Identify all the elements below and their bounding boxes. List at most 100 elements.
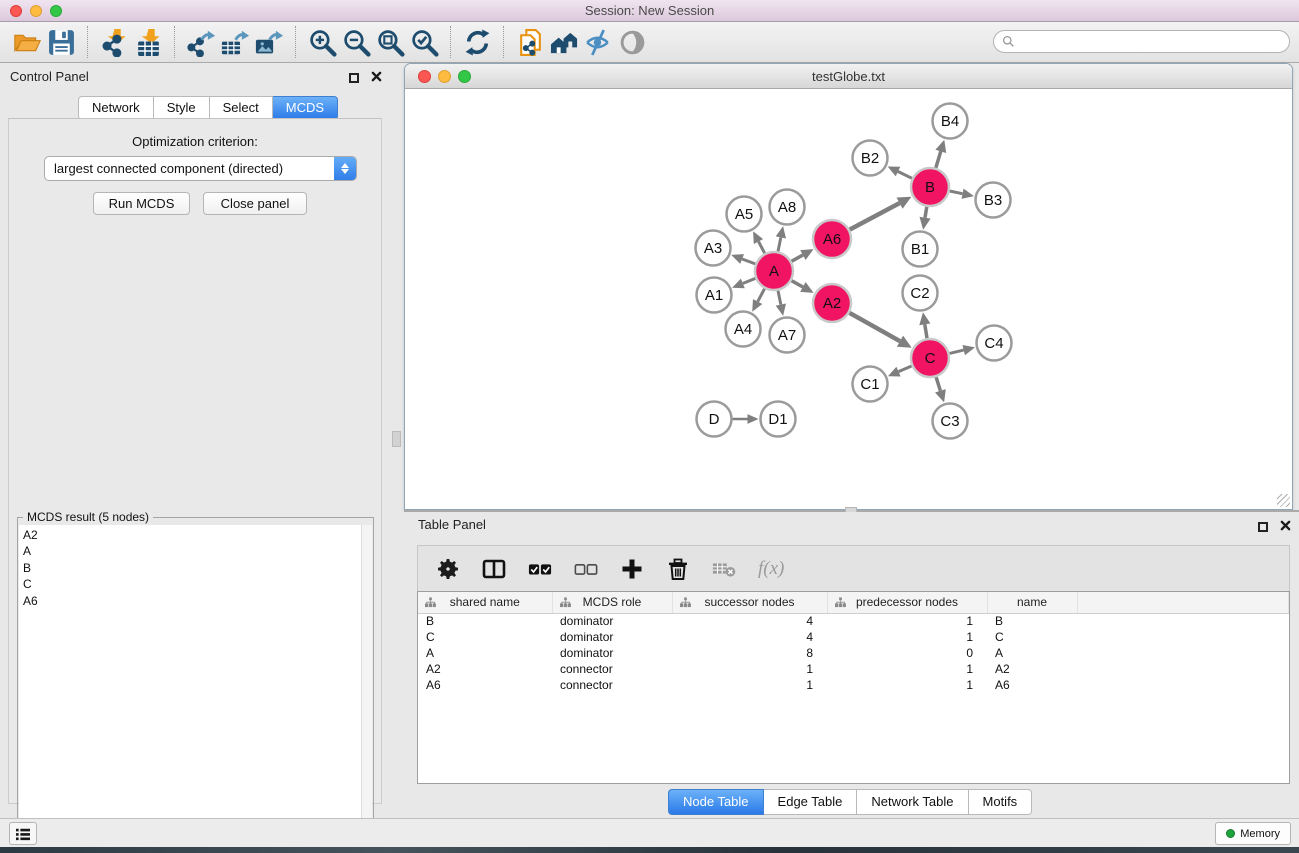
table-cell[interactable]: 1 xyxy=(827,661,987,677)
table-row[interactable]: Bdominator41B xyxy=(418,613,1289,629)
column-view-icon[interactable] xyxy=(482,557,506,581)
tab-network[interactable]: Network xyxy=(78,96,154,120)
graph-node-C3[interactable]: C3 xyxy=(933,404,968,439)
tab-network-table[interactable]: Network Table xyxy=(857,789,968,815)
minimize-window-button[interactable] xyxy=(30,5,42,17)
table-cell[interactable]: A xyxy=(418,645,552,661)
graph-node-A3[interactable]: A3 xyxy=(696,231,731,266)
table-cell[interactable]: dominator xyxy=(552,613,672,629)
graph-node-A[interactable]: A xyxy=(755,252,793,290)
close-panel-icon[interactable] xyxy=(371,69,382,87)
table-cell[interactable]: A2 xyxy=(418,661,552,677)
graph-node-D1[interactable]: D1 xyxy=(761,402,796,437)
deselect-all-icon[interactable] xyxy=(574,557,598,581)
table-settings-icon[interactable] xyxy=(436,557,460,581)
float-panel-icon[interactable] xyxy=(1258,522,1268,532)
table-cell[interactable]: A6 xyxy=(418,677,552,693)
import-table-icon[interactable] xyxy=(131,26,165,58)
column-header-predecessor-nodes[interactable]: predecessor nodes xyxy=(827,592,987,613)
graph-node-A6[interactable]: A6 xyxy=(813,220,851,258)
open-file-icon[interactable] xyxy=(10,26,44,58)
table-cell[interactable]: 1 xyxy=(672,661,827,677)
result-list-item[interactable]: A xyxy=(23,543,362,559)
close-network-button[interactable] xyxy=(418,70,431,83)
graph-node-A4[interactable]: A4 xyxy=(726,312,761,347)
graph-node-B2[interactable]: B2 xyxy=(853,141,888,176)
delete-column-icon[interactable] xyxy=(666,557,690,581)
result-list-scrollbar[interactable] xyxy=(361,525,372,852)
table-cell[interactable]: 8 xyxy=(672,645,827,661)
table-cell[interactable]: A6 xyxy=(987,677,1077,693)
close-panel-button[interactable]: Close panel xyxy=(203,192,307,215)
table-cell[interactable]: A2 xyxy=(987,661,1077,677)
graph-node-A2[interactable]: A2 xyxy=(813,284,851,322)
tab-select[interactable]: Select xyxy=(210,96,273,120)
tab-style[interactable]: Style xyxy=(154,96,210,120)
result-list-item[interactable]: B xyxy=(23,560,362,576)
column-header-name[interactable]: name xyxy=(987,592,1077,613)
node-table[interactable]: shared nameMCDS rolesuccessor nodesprede… xyxy=(417,591,1290,784)
graph-node-D[interactable]: D xyxy=(697,402,732,437)
table-cell[interactable]: B xyxy=(418,613,552,629)
mcds-result-list[interactable]: A2ABCA6 xyxy=(19,525,362,852)
criterion-dropdown[interactable]: largest connected component (directed) xyxy=(44,156,357,181)
delete-table-icon[interactable] xyxy=(712,557,736,581)
table-cell[interactable]: connector xyxy=(552,677,672,693)
network-overview-icon[interactable] xyxy=(547,26,581,58)
save-session-icon[interactable] xyxy=(44,26,78,58)
zoom-fit-icon[interactable] xyxy=(373,26,407,58)
export-table-icon[interactable] xyxy=(218,26,252,58)
tab-mcds[interactable]: MCDS xyxy=(273,96,338,120)
table-cell[interactable]: dominator xyxy=(552,645,672,661)
window-titlebar[interactable]: Session: New Session xyxy=(0,0,1299,22)
zoom-in-icon[interactable] xyxy=(305,26,339,58)
graph-node-A5[interactable]: A5 xyxy=(727,197,762,232)
graph-node-C4[interactable]: C4 xyxy=(977,326,1012,361)
table-cell[interactable]: connector xyxy=(552,661,672,677)
result-list-item[interactable]: C xyxy=(23,576,362,592)
zoom-network-button[interactable] xyxy=(458,70,471,83)
select-all-icon[interactable] xyxy=(528,557,552,581)
zoom-window-button[interactable] xyxy=(50,5,62,17)
network-window-titlebar[interactable]: testGlobe.txt xyxy=(405,64,1292,89)
table-cell[interactable]: B xyxy=(987,613,1077,629)
graph-node-C[interactable]: C xyxy=(911,339,949,377)
table-cell[interactable]: A xyxy=(987,645,1077,661)
vertical-splitter[interactable] xyxy=(390,63,404,818)
graph-node-A1[interactable]: A1 xyxy=(697,278,732,313)
float-panel-icon[interactable] xyxy=(349,73,359,83)
result-list-item[interactable]: A2 xyxy=(23,527,362,543)
table-cell[interactable]: 1 xyxy=(672,677,827,693)
column-header-MCDS-role[interactable]: MCDS role xyxy=(552,592,672,613)
table-row[interactable]: Cdominator41C xyxy=(418,629,1289,645)
graph-node-C2[interactable]: C2 xyxy=(903,276,938,311)
table-row[interactable]: A6connector11A6 xyxy=(418,677,1289,693)
resize-grip-icon[interactable] xyxy=(1277,494,1290,507)
table-row[interactable]: A2connector11A2 xyxy=(418,661,1289,677)
table-cell[interactable]: 4 xyxy=(672,629,827,645)
table-cell[interactable]: C xyxy=(418,629,552,645)
graph-node-A7[interactable]: A7 xyxy=(770,318,805,353)
close-panel-icon[interactable] xyxy=(1280,518,1291,536)
network-graph[interactable]: B4B2BB3A8A5A6A3B1AA1C2A2A4A7C4CC1DD1C3 xyxy=(406,90,1291,509)
tab-node-table[interactable]: Node Table xyxy=(668,789,764,815)
window-controls[interactable] xyxy=(10,5,62,17)
splitter-grip[interactable] xyxy=(392,431,401,447)
zoom-out-icon[interactable] xyxy=(339,26,373,58)
table-row[interactable]: Adominator80A xyxy=(418,645,1289,661)
graph-node-B1[interactable]: B1 xyxy=(903,232,938,267)
table-cell[interactable]: 1 xyxy=(827,677,987,693)
table-cell[interactable]: dominator xyxy=(552,629,672,645)
graph-node-A8[interactable]: A8 xyxy=(770,190,805,225)
show-graphics-details-icon[interactable] xyxy=(615,26,649,58)
table-cell[interactable]: 0 xyxy=(827,645,987,661)
table-cell[interactable]: 1 xyxy=(827,629,987,645)
zoom-selected-icon[interactable] xyxy=(407,26,441,58)
column-header-successor-nodes[interactable]: successor nodes xyxy=(672,592,827,613)
tab-motifs[interactable]: Motifs xyxy=(969,789,1033,815)
add-column-icon[interactable] xyxy=(620,557,644,581)
result-list-item[interactable]: A6 xyxy=(23,593,362,609)
function-builder-button[interactable]: f(x) xyxy=(758,558,784,580)
table-cell[interactable]: C xyxy=(987,629,1077,645)
network-window-controls[interactable] xyxy=(418,70,471,83)
